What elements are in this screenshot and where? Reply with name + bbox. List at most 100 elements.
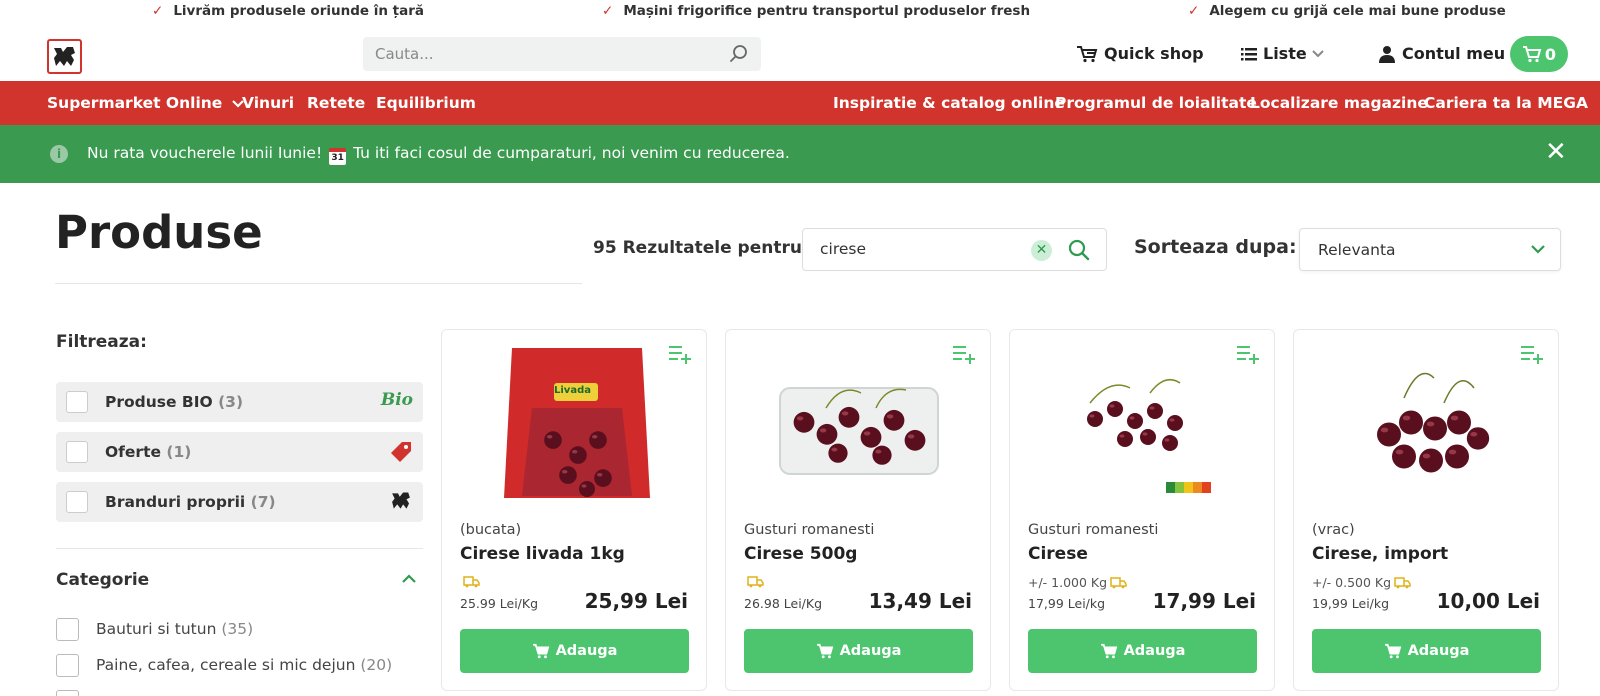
main-nav: Supermarket Online Vinuri Retete Equilib… bbox=[0, 81, 1600, 125]
delivery-truck-icon bbox=[1110, 577, 1127, 589]
nav-supermarket-online[interactable]: Supermarket Online bbox=[47, 94, 244, 112]
divider bbox=[55, 283, 582, 284]
notice-banner: i Nu rata voucherele lunii Iunie! 31 Tu … bbox=[0, 125, 1600, 183]
checkbox[interactable] bbox=[56, 618, 79, 641]
price-tag-icon bbox=[391, 442, 411, 462]
nav-careers[interactable]: Cariera ta la MEGA bbox=[1424, 94, 1588, 112]
product-price: 25,99 Lei bbox=[584, 589, 688, 613]
quick-shop-link[interactable]: Quick shop bbox=[1076, 44, 1204, 63]
product-name[interactable]: Cirese livada 1kg bbox=[460, 544, 625, 564]
product-name[interactable]: Cirese bbox=[1028, 544, 1088, 564]
product-brand: (vrac) bbox=[1312, 522, 1355, 538]
bio-icon: Bio bbox=[380, 390, 413, 410]
add-to-cart-button[interactable]: Adauga bbox=[460, 629, 689, 673]
cart-icon bbox=[816, 643, 833, 659]
unit-price: 26.98 Lei/Kg bbox=[744, 596, 823, 611]
results-search-box[interactable]: cirese ✕ bbox=[802, 228, 1107, 271]
product-meta: +/- 1.000 Kg bbox=[1028, 575, 1127, 590]
product-card[interactable]: Gusturi romanesti Cirese +/- 1.000 Kg 17… bbox=[1009, 329, 1275, 691]
product-price: 17,99 Lei bbox=[1152, 589, 1256, 613]
product-card[interactable]: Livada (bucata) Cirese livada 1kg 25.99 … bbox=[441, 329, 707, 691]
filter-own-brands[interactable]: Branduri proprii (7) bbox=[56, 482, 423, 522]
account-link[interactable]: Contul meu bbox=[1378, 44, 1505, 63]
check-icon: ✓ bbox=[602, 3, 614, 19]
add-to-list-icon[interactable] bbox=[952, 344, 976, 364]
sort-select[interactable]: Relevanta bbox=[1299, 228, 1561, 271]
pack-label: Livada bbox=[554, 385, 591, 396]
cart-icon bbox=[532, 643, 549, 659]
cart-count: 0 bbox=[1544, 44, 1557, 64]
cart-button[interactable]: 0 bbox=[1510, 36, 1568, 72]
checkbox[interactable] bbox=[66, 441, 88, 463]
product-brand: Gusturi romanesti bbox=[744, 522, 875, 538]
add-to-cart-button[interactable]: Adauga bbox=[1028, 629, 1257, 673]
check-icon: ✓ bbox=[1188, 3, 1200, 19]
product-image[interactable] bbox=[482, 348, 668, 508]
promise-refrigerated: ✓ Mașini frigorifice pentru transportul p… bbox=[602, 3, 1031, 19]
product-name[interactable]: Cirese 500g bbox=[744, 544, 857, 564]
filters-title: Filtreaza: bbox=[56, 332, 147, 352]
page-title: Produse bbox=[55, 206, 263, 259]
calendar-icon: 31 bbox=[329, 148, 347, 165]
category-title: Categorie bbox=[56, 570, 150, 590]
cart-icon bbox=[1522, 46, 1542, 63]
product-price: 10,00 Lei bbox=[1436, 589, 1540, 613]
cart-icon bbox=[1384, 643, 1401, 659]
search-input[interactable] bbox=[363, 37, 703, 71]
add-to-list-icon[interactable] bbox=[668, 344, 692, 364]
filter-oferte[interactable]: Oferte (1) bbox=[56, 432, 423, 472]
nav-vinuri[interactable]: Vinuri bbox=[242, 94, 294, 112]
product-meta bbox=[744, 575, 764, 588]
delivery-truck-icon bbox=[747, 576, 764, 588]
product-image[interactable] bbox=[1334, 348, 1520, 508]
nav-catalog[interactable]: Inspiratie & catalog online bbox=[833, 94, 1065, 112]
search-icon[interactable] bbox=[1068, 239, 1090, 261]
delivery-truck-icon bbox=[1394, 577, 1411, 589]
sort-label: Sorteaza dupa: bbox=[1134, 236, 1297, 258]
product-meta bbox=[460, 575, 480, 588]
lion-brand-icon bbox=[392, 492, 410, 509]
add-to-cart-button[interactable]: Adauga bbox=[744, 629, 973, 673]
promise-quality: ✓ Alegem cu grijă cele mai bune produse bbox=[1188, 3, 1506, 19]
search-query[interactable]: cirese bbox=[820, 240, 866, 258]
divider bbox=[56, 548, 423, 549]
add-to-list-icon[interactable] bbox=[1236, 344, 1260, 364]
search-bar bbox=[363, 37, 761, 71]
nav-loyalty[interactable]: Programul de loialitate bbox=[1055, 94, 1257, 112]
product-card[interactable]: (vrac) Cirese, import +/- 0.500 Kg 19,99… bbox=[1293, 329, 1559, 691]
checkbox[interactable] bbox=[56, 654, 79, 677]
filter-bio[interactable]: Produse BIO (3) Bio bbox=[56, 382, 423, 422]
results-count: 95 Rezultatele pentru bbox=[593, 238, 802, 258]
logo[interactable] bbox=[47, 39, 82, 74]
chevron-up-icon[interactable] bbox=[401, 573, 417, 585]
cart-icon bbox=[1100, 643, 1117, 659]
checkbox[interactable] bbox=[56, 690, 79, 696]
unit-price: 25.99 Lei/Kg bbox=[460, 596, 539, 611]
checkbox[interactable] bbox=[66, 491, 88, 513]
product-name[interactable]: Cirese, import bbox=[1312, 544, 1448, 564]
unit-price: 17,99 Lei/kg bbox=[1028, 596, 1106, 611]
product-image[interactable] bbox=[1050, 348, 1236, 508]
promise-delivery: ✓ Livrăm produsele oriunde în țară bbox=[152, 3, 424, 19]
promise-bar: ✓ Livrăm produsele oriunde în țară ✓ Mașin… bbox=[0, 0, 1600, 22]
product-card[interactable]: Gusturi romanesti Cirese 500g 26.98 Lei/… bbox=[725, 329, 991, 691]
add-to-cart-button[interactable]: Adauga bbox=[1312, 629, 1541, 673]
nav-stores[interactable]: Localizare magazine bbox=[1250, 94, 1428, 112]
nav-equilibrium[interactable]: Equilibrium bbox=[376, 94, 476, 112]
product-brand: (bucata) bbox=[460, 522, 522, 538]
search-icon[interactable] bbox=[729, 44, 749, 64]
product-price: 13,49 Lei bbox=[868, 589, 972, 613]
nutri-score-icon bbox=[1166, 482, 1211, 493]
product-image[interactable] bbox=[766, 348, 952, 508]
header: Quick shop Liste Contul meu 0 bbox=[0, 22, 1600, 81]
close-icon[interactable]: ✕ bbox=[1545, 139, 1567, 165]
checkbox[interactable] bbox=[66, 391, 88, 413]
nav-retete[interactable]: Retete bbox=[307, 94, 365, 112]
clear-search-icon[interactable]: ✕ bbox=[1031, 240, 1052, 261]
lists-menu[interactable]: Liste bbox=[1241, 44, 1331, 63]
lion-logo-icon bbox=[54, 46, 75, 66]
add-to-list-icon[interactable] bbox=[1520, 344, 1544, 364]
unit-price: 19,99 Lei/kg bbox=[1312, 596, 1390, 611]
delivery-truck-icon bbox=[463, 576, 480, 588]
check-icon: ✓ bbox=[152, 3, 164, 19]
